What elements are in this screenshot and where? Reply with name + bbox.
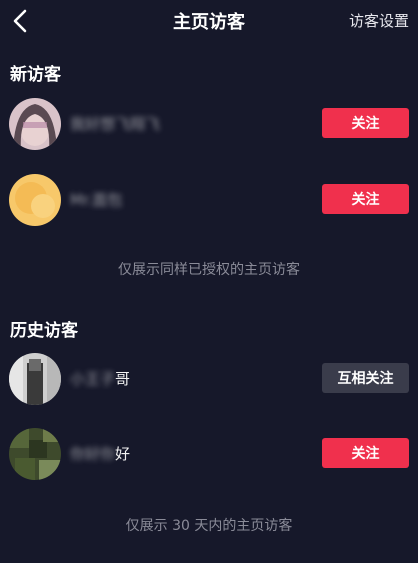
follow-button[interactable]: 关注 [322,438,409,468]
visitor-row[interactable]: 小王子哥 互相关注 [0,353,418,409]
visitor-row[interactable]: 我好想飞翔飞 关注 [0,98,418,154]
avatar[interactable] [9,353,61,405]
visitor-name-obscured: 我好想飞翔飞 [70,115,161,133]
follow-button[interactable]: 关注 [322,184,409,214]
header-bar: 主页访客 访客设置 [0,0,418,44]
new-visitors-notice: 仅展示同样已授权的主页访客 [118,262,300,278]
visitor-name: 你好你好 [70,443,130,464]
section-title-new-visitors: 新访客 [10,65,61,85]
visitor-name-visible: 好 [115,445,131,463]
visitor-row[interactable]: 你好你好 关注 [0,428,418,484]
section-title-history-visitors: 历史访客 [10,321,78,341]
avatar[interactable] [9,98,61,150]
history-visitors-notice: 仅展示 30 天内的主页访客 [125,518,293,534]
avatar[interactable] [9,174,61,226]
visitor-row[interactable]: Mr.面包 关注 [0,174,418,230]
visitor-name-visible: 哥 [115,370,131,388]
visitor-settings-button[interactable]: 访客设置 [349,10,409,31]
visitor-name-obscured: Mr.面包 [70,191,123,209]
visitor-name-obscured: 小王子 [70,370,116,388]
follow-button[interactable]: 关注 [322,108,409,138]
mutual-follow-button[interactable]: 互相关注 [322,363,409,393]
avatar[interactable] [9,428,61,480]
visitor-name: 小王子哥 [70,368,130,389]
visitor-name-obscured: 你好你 [70,445,116,463]
visitor-name: Mr.面包 [70,189,123,210]
visitor-name: 我好想飞翔飞 [70,113,160,134]
